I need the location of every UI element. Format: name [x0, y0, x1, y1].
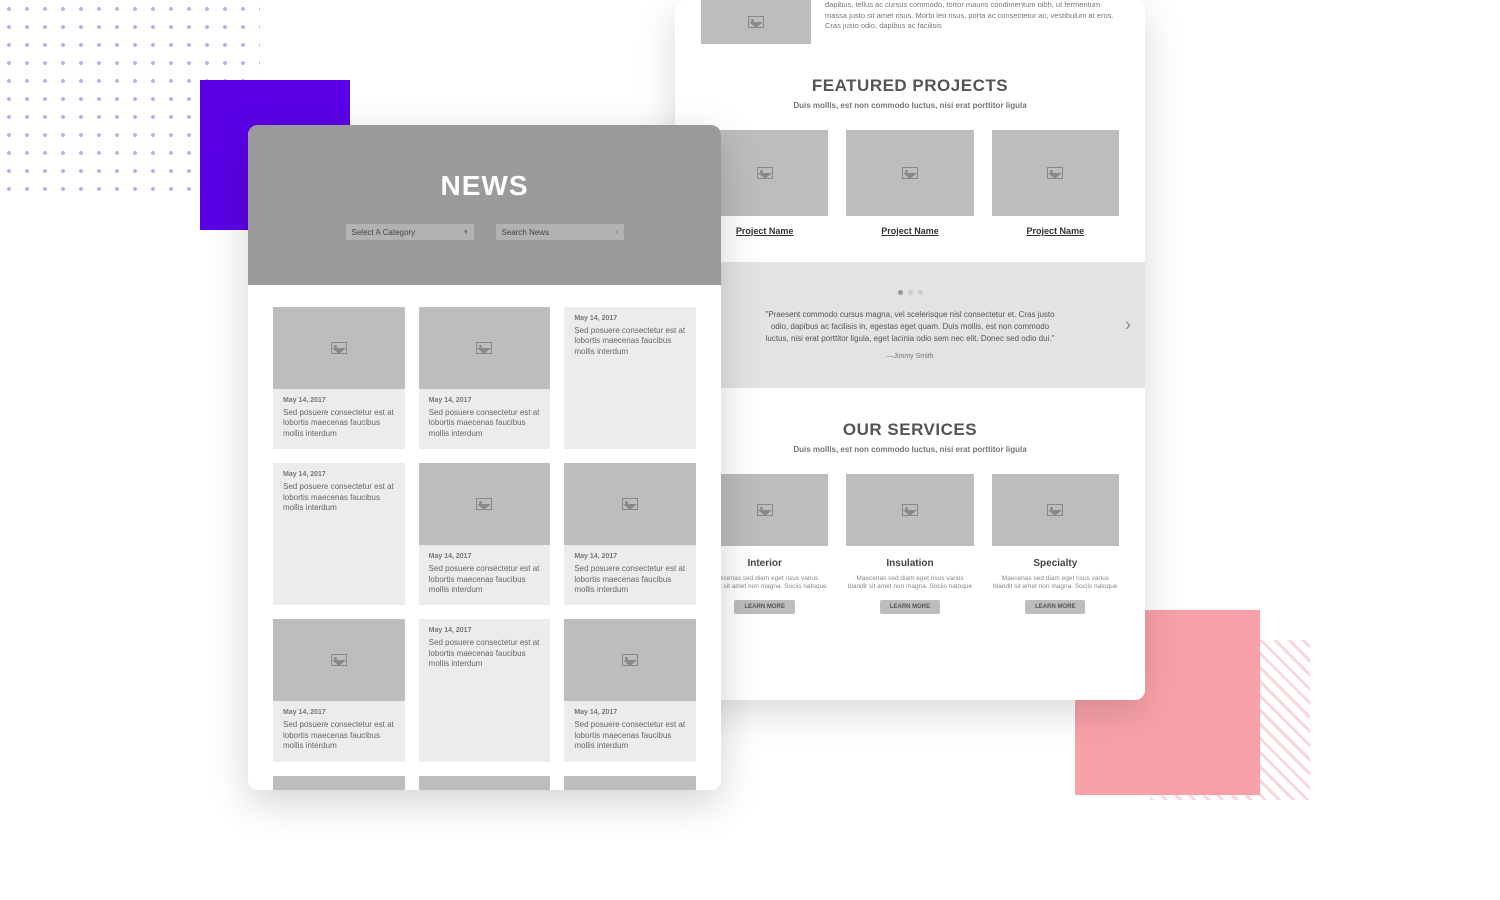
image-icon	[622, 498, 638, 510]
news-date: May 14, 2017	[283, 471, 395, 478]
image-icon	[331, 342, 347, 354]
project-card[interactable]: Project Name	[992, 130, 1119, 236]
service-image-placeholder	[846, 474, 973, 546]
projects-wireframe-mockup: dapibus, tellus ac cursus commodo, torto…	[675, 0, 1145, 700]
image-icon	[757, 167, 773, 179]
image-icon	[902, 504, 918, 516]
news-card[interactable]: May 14, 2017 Sed posuere consectetur est …	[564, 619, 696, 761]
project-image-placeholder	[846, 130, 973, 216]
news-card[interactable]: May 14, 2017 Sed posuere consectetur est …	[419, 463, 551, 605]
news-date: May 14, 2017	[429, 397, 541, 404]
services-title: OUR SERVICES	[675, 420, 1145, 440]
news-date: May 14, 2017	[283, 397, 395, 404]
chevron-down-icon: ▾	[464, 228, 468, 236]
service-card: Insulation Maecenas sed diam eget risus …	[846, 474, 973, 614]
news-excerpt: Sed posuere consectetur est at lobortis …	[283, 482, 395, 513]
news-image-placeholder	[273, 619, 405, 701]
news-card-partial	[564, 776, 696, 790]
carousel-dot[interactable]	[908, 290, 913, 295]
service-image-placeholder	[992, 474, 1119, 546]
news-excerpt: Sed posuere consectetur est at lobortis …	[283, 408, 395, 439]
services-row: Interior Maecenas sed diam eget risus va…	[675, 474, 1145, 614]
project-name-link[interactable]: Project Name	[992, 226, 1119, 236]
news-excerpt: Sed posuere consectetur est at lobortis …	[283, 720, 395, 751]
service-card: Specialty Maecenas sed diam eget risus v…	[992, 474, 1119, 614]
search-placeholder: Search News	[502, 228, 550, 237]
news-card-partial	[419, 776, 551, 790]
news-date: May 14, 2017	[283, 709, 395, 716]
category-select[interactable]: Select A Category ▾	[346, 224, 474, 240]
image-icon	[1047, 167, 1063, 179]
news-excerpt: Sed posuere consectetur est at lobortis …	[429, 564, 541, 595]
services-subtitle: Duis mollis, est non commodo luctus, nis…	[675, 445, 1145, 454]
image-icon	[748, 16, 764, 28]
hero-text: dapibus, tellus ac cursus commodo, torto…	[825, 0, 1119, 44]
learn-more-button[interactable]: LEARN MORE	[880, 600, 940, 614]
news-excerpt: Sed posuere consectetur est at lobortis …	[574, 720, 686, 751]
news-card[interactable]: May 14, 2017 Sed posuere consectetur est …	[273, 307, 405, 449]
service-name: Specialty	[992, 558, 1119, 569]
image-icon	[1047, 504, 1063, 516]
featured-projects-row: Project Name Project Name Project Name	[675, 130, 1145, 236]
project-card[interactable]: Project Name	[846, 130, 973, 236]
news-date: May 14, 2017	[574, 553, 686, 560]
testimonial-carousel: "Praesent commodo cursus magna, vel scel…	[675, 262, 1145, 388]
news-wireframe-mockup: NEWS Select A Category ▾ Search News › May…	[248, 125, 721, 790]
carousel-dots[interactable]	[715, 290, 1105, 295]
news-image-placeholder	[564, 619, 696, 701]
news-excerpt: Sed posuere consectetur est at lobortis …	[574, 564, 686, 595]
news-excerpt: Sed posuere consectetur est at lobortis …	[574, 326, 686, 357]
testimonial-quote: "Praesent commodo cursus magna, vel scel…	[765, 309, 1055, 345]
carousel-next-icon[interactable]: ›	[1125, 315, 1131, 336]
carousel-dot-active[interactable]	[898, 290, 903, 295]
news-card-text-only[interactable]: May 14, 2017 Sed posuere consectetur est …	[564, 307, 696, 449]
image-icon	[476, 342, 492, 354]
hero-image-placeholder	[701, 0, 811, 44]
news-grid: May 14, 2017 Sed posuere consectetur est …	[248, 285, 721, 790]
news-date: May 14, 2017	[574, 709, 686, 716]
service-description: Maecenas sed diam eget risus varius blan…	[846, 575, 973, 592]
image-icon	[331, 654, 347, 666]
news-date: May 14, 2017	[429, 627, 541, 634]
image-icon	[476, 498, 492, 510]
news-image-placeholder	[419, 463, 551, 545]
news-date: May 14, 2017	[574, 315, 686, 322]
project-name-link[interactable]: Project Name	[846, 226, 973, 236]
news-image-placeholder	[419, 307, 551, 389]
news-card[interactable]: May 14, 2017 Sed posuere consectetur est …	[273, 619, 405, 761]
search-input[interactable]: Search News ›	[496, 224, 624, 240]
news-excerpt: Sed posuere consectetur est at lobortis …	[429, 408, 541, 439]
news-card[interactable]: May 14, 2017 Sed posuere consectetur est …	[419, 307, 551, 449]
service-description: Maecenas sed diam eget risus varius blan…	[992, 575, 1119, 592]
news-excerpt: Sed posuere consectetur est at lobortis …	[429, 638, 541, 669]
learn-more-button[interactable]: LEARN MORE	[1025, 600, 1085, 614]
image-icon	[902, 167, 918, 179]
project-image-placeholder	[992, 130, 1119, 216]
news-card[interactable]: May 14, 2017 Sed posuere consectetur est …	[564, 463, 696, 605]
news-card-text-only[interactable]: May 14, 2017 Sed posuere consectetur est …	[273, 463, 405, 605]
news-card-partial	[273, 776, 405, 790]
testimonial-author: —Jimmy Smith	[715, 353, 1105, 360]
service-name: Insulation	[846, 558, 973, 569]
image-icon	[622, 654, 638, 666]
news-title: NEWS	[248, 170, 721, 202]
chevron-right-icon: ›	[615, 229, 617, 236]
category-select-placeholder: Select A Category	[352, 228, 416, 237]
news-image-placeholder	[564, 463, 696, 545]
learn-more-button[interactable]: LEARN MORE	[734, 600, 794, 614]
image-icon	[757, 504, 773, 516]
news-card-text-only[interactable]: May 14, 2017 Sed posuere consectetur est …	[419, 619, 551, 761]
news-header: NEWS Select A Category ▾ Search News ›	[248, 125, 721, 285]
carousel-dot[interactable]	[918, 290, 923, 295]
featured-projects-subtitle: Duis mollis, est non commodo luctus, nis…	[675, 101, 1145, 110]
news-image-placeholder	[273, 307, 405, 389]
news-date: May 14, 2017	[429, 553, 541, 560]
featured-projects-title: FEATURED PROJECTS	[675, 76, 1145, 96]
